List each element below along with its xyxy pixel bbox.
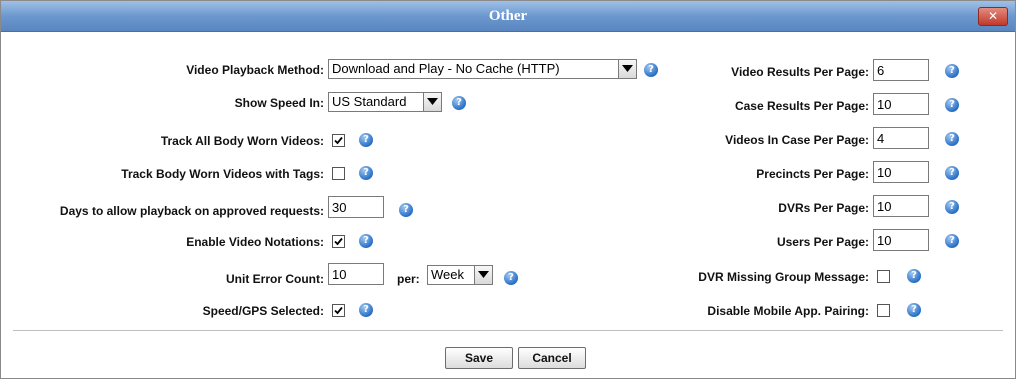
help-icon[interactable]: ? [945, 64, 959, 78]
precincts-input[interactable] [873, 161, 929, 183]
help-icon[interactable]: ? [945, 132, 959, 146]
dvr-missing-label: DVR Missing Group Message: [698, 270, 869, 284]
help-icon[interactable]: ? [907, 303, 921, 317]
video-results-label: Video Results Per Page: [731, 65, 869, 79]
dvrs-input[interactable] [873, 195, 929, 217]
disable-mobile-checkbox[interactable] [877, 304, 890, 317]
other-dialog: Other ✕ Video Playback Method: Download … [0, 0, 1016, 379]
videos-in-case-label: Videos In Case Per Page: [725, 133, 869, 147]
disable-mobile-label: Disable Mobile App. Pairing: [707, 304, 869, 318]
video-notations-checkbox[interactable] [332, 235, 345, 248]
chevron-down-icon [618, 60, 636, 78]
show-speed-label: Show Speed In: [234, 96, 324, 110]
days-playback-input[interactable] [328, 196, 384, 218]
cancel-button[interactable]: Cancel [518, 347, 586, 369]
per-value: Week [431, 267, 464, 282]
days-playback-label: Days to allow playback on approved reque… [59, 204, 324, 218]
per-label: per: [397, 272, 420, 286]
help-icon[interactable]: ? [504, 271, 518, 285]
close-icon[interactable]: ✕ [978, 7, 1008, 26]
track-all-bwv-checkbox[interactable] [332, 134, 345, 147]
chevron-down-icon [474, 266, 492, 284]
video-playback-value: Download and Play - No Cache (HTTP) [332, 61, 560, 76]
chevron-down-icon [423, 93, 441, 111]
help-icon[interactable]: ? [945, 200, 959, 214]
dialog-title: Other [488, 8, 528, 24]
users-input[interactable] [873, 229, 929, 251]
unit-error-label: Unit Error Count: [226, 272, 324, 286]
track-all-bwv-label: Track All Body Worn Videos: [160, 134, 324, 148]
case-results-input[interactable] [873, 93, 929, 115]
speed-gps-label: Speed/GPS Selected: [202, 304, 324, 318]
help-icon[interactable]: ? [644, 63, 658, 77]
track-bwv-tags-checkbox[interactable] [332, 167, 345, 180]
help-icon[interactable]: ? [399, 203, 413, 217]
help-icon[interactable]: ? [359, 166, 373, 180]
dvrs-label: DVRs Per Page: [778, 201, 869, 215]
per-select[interactable]: Week [427, 265, 493, 285]
title-bar: Other ✕ [1, 1, 1015, 32]
help-icon[interactable]: ? [945, 234, 959, 248]
unit-error-input[interactable] [328, 263, 384, 285]
show-speed-value: US Standard [332, 94, 407, 109]
help-icon[interactable]: ? [945, 98, 959, 112]
help-icon[interactable]: ? [359, 133, 373, 147]
save-button[interactable]: Save [445, 347, 513, 369]
video-results-input[interactable] [873, 59, 929, 81]
videos-in-case-input[interactable] [873, 127, 929, 149]
precincts-label: Precincts Per Page: [756, 167, 869, 181]
help-icon[interactable]: ? [452, 96, 466, 110]
track-bwv-tags-label: Track Body Worn Videos with Tags: [121, 167, 324, 181]
case-results-label: Case Results Per Page: [734, 99, 869, 113]
help-icon[interactable]: ? [359, 234, 373, 248]
show-speed-select[interactable]: US Standard [328, 92, 442, 112]
video-playback-label: Video Playback Method: [186, 63, 324, 77]
dvr-missing-checkbox[interactable] [877, 270, 890, 283]
help-icon[interactable]: ? [945, 166, 959, 180]
help-icon[interactable]: ? [907, 269, 921, 283]
video-notations-label: Enable Video Notations: [186, 235, 324, 249]
users-label: Users Per Page: [776, 235, 869, 249]
video-playback-select[interactable]: Download and Play - No Cache (HTTP) [328, 59, 637, 79]
speed-gps-checkbox[interactable] [332, 304, 345, 317]
help-icon[interactable]: ? [359, 303, 373, 317]
divider [13, 330, 1003, 331]
